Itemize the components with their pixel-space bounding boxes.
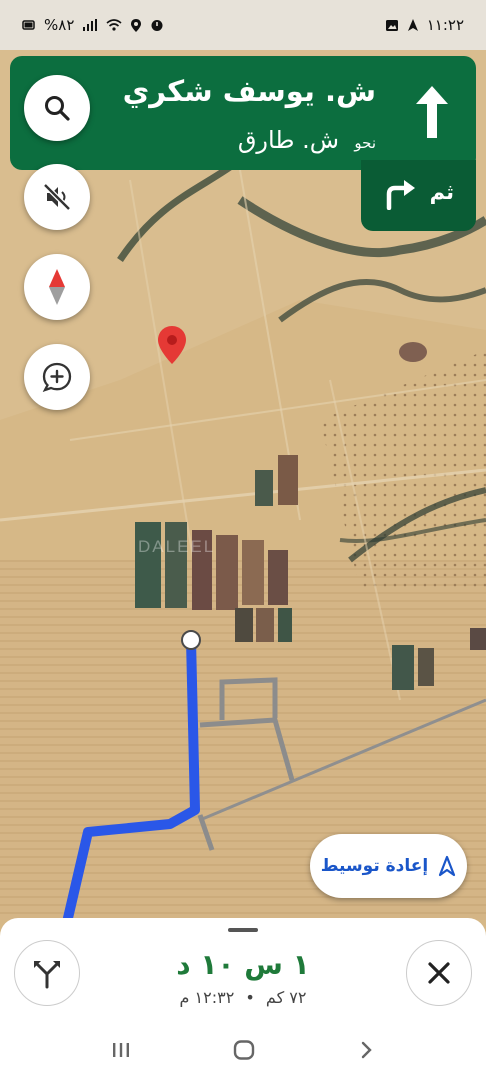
toward-street: ش. طارق [237,126,339,154]
arrow-up-icon [416,86,448,138]
trip-separator: • [245,988,255,1007]
destination-pin-icon[interactable] [157,325,187,365]
then-label: ثم [429,180,454,204]
then-turn-card[interactable]: ثم [361,160,476,231]
system-navigation-bar [0,1020,486,1080]
wifi-icon [106,18,122,32]
navigation-icon [407,18,419,32]
recents-icon[interactable] [110,1040,132,1060]
alarm-icon [150,18,164,32]
compass-button[interactable] [24,254,90,320]
search-icon [45,96,70,121]
close-icon [428,962,450,984]
battery-percent: %٨٢ [44,16,75,34]
turn-right-icon [386,180,415,210]
map-watermark: DALEEL [138,537,216,556]
search-button[interactable] [24,75,90,141]
battery-icon [22,19,36,31]
status-left: %٨٢ [22,16,164,34]
sheet-drag-handle[interactable] [228,928,258,932]
location-icon [130,18,142,33]
exit-navigation-button[interactable] [406,940,472,1006]
trip-distance: ٧٢ كم [265,988,307,1007]
toward-prefix: نحو [354,134,376,152]
add-report-button[interactable] [24,344,90,410]
photo-icon [385,19,399,32]
status-bar: %٨٢ ١١:٢٢ [0,0,486,50]
sound-toggle-button[interactable] [24,164,90,230]
status-right: ١١:٢٢ [385,16,464,34]
sound-off-icon [43,183,71,211]
recenter-button[interactable]: إعادة توسيط [310,834,467,898]
street-name: ش. يوسف شكري [122,74,376,108]
arrival-time: ١٢:٣٢ م [179,988,235,1007]
route-start-dot [181,630,201,650]
home-icon[interactable] [232,1039,256,1061]
back-icon[interactable] [356,1039,376,1061]
compass-icon [49,269,65,305]
status-time: ١١:٢٢ [426,16,464,34]
recenter-label: إعادة توسيط [320,856,429,876]
navigation-arrow-icon [439,855,456,877]
signal-icon [82,18,98,32]
add-report-icon [42,362,72,392]
